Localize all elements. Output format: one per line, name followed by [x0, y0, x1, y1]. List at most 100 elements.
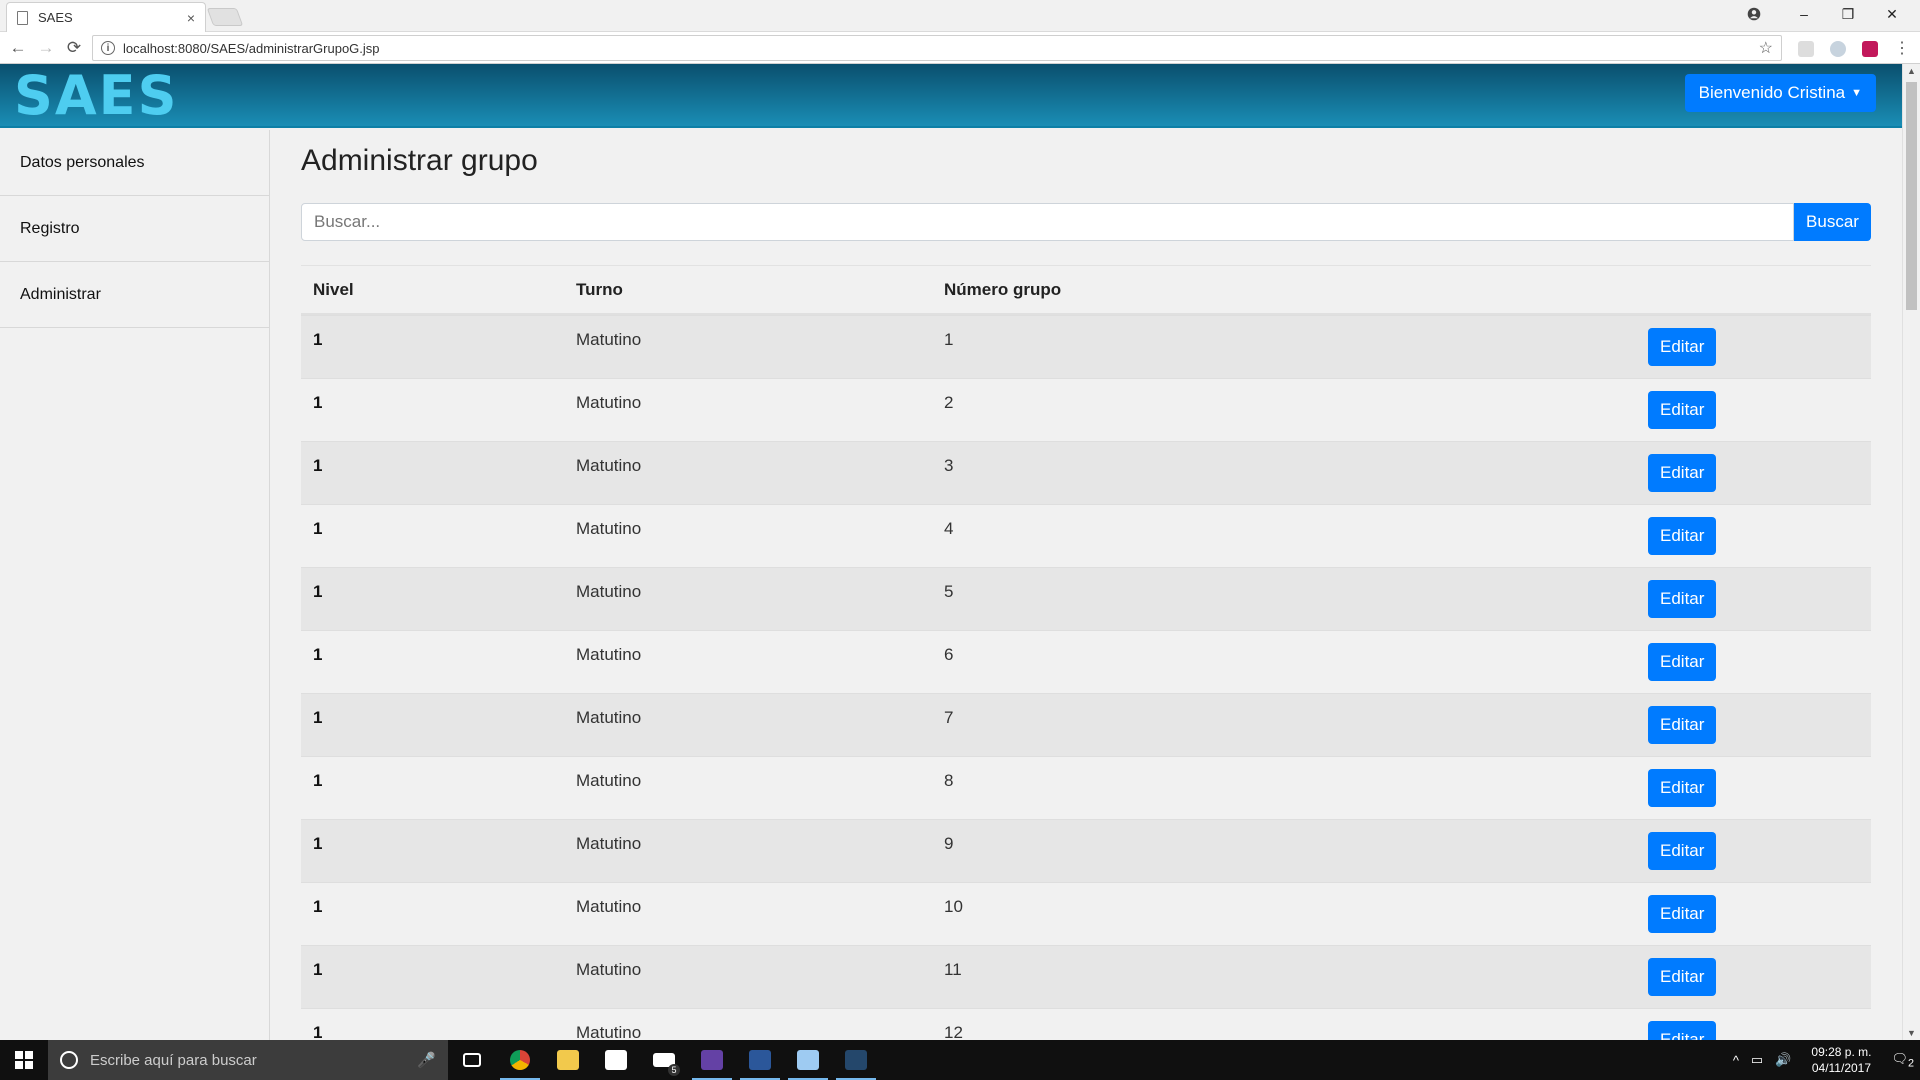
edit-button[interactable]: Editar [1648, 895, 1717, 933]
edit-button[interactable]: Editar [1648, 328, 1717, 366]
word-icon[interactable] [736, 1040, 784, 1080]
info-icon[interactable]: i [101, 41, 115, 55]
taskbar-search[interactable]: Escribe aquí para buscar 🎤 [48, 1040, 448, 1080]
sidebar: Datos personales Registro Administrar [0, 130, 270, 1040]
cell-turno: Matutino [576, 834, 642, 853]
cell-actions: Editar [1648, 706, 1871, 744]
edit-button[interactable]: Editar [1648, 580, 1717, 618]
cell-turno: Matutino [576, 1023, 642, 1040]
reload-button[interactable]: ⟳ [62, 36, 86, 60]
table-row: 1 Matutino 8 Editar [301, 756, 1871, 819]
close-window-button[interactable]: ✕ [1870, 0, 1914, 28]
cell-actions: Editar [1648, 643, 1871, 681]
tab-close-button[interactable]: × [187, 10, 195, 26]
cell-nivel: 1 [313, 330, 323, 349]
restore-button[interactable]: ❐ [1826, 0, 1870, 28]
cell-actions: Editar [1648, 580, 1871, 618]
table-row: 1 Matutino 12 Editar [301, 1008, 1871, 1040]
back-button[interactable]: ← [6, 36, 30, 60]
task-view-icon[interactable] [448, 1040, 496, 1080]
cell-numero-grupo: 3 [944, 456, 954, 475]
edit-button[interactable]: Editar [1648, 643, 1717, 681]
cell-nivel: 1 [313, 1023, 323, 1040]
edit-button[interactable]: Editar [1648, 958, 1717, 996]
cell-turno: Matutino [576, 330, 642, 349]
system-tray: ^ ▭ 🔊 09:28 p. m. 04/11/2017 🗨2 [1727, 1040, 1920, 1080]
mail-icon[interactable]: 5 [640, 1040, 688, 1080]
edit-button[interactable]: Editar [1648, 1021, 1717, 1040]
edit-button[interactable]: Editar [1648, 454, 1717, 492]
page-scrollbar[interactable]: ▲ ▼ [1902, 64, 1920, 1040]
forward-button[interactable]: → [34, 36, 58, 60]
cell-nivel: 1 [313, 393, 323, 412]
browser-menu-icon[interactable]: ⋮ [1890, 36, 1914, 60]
cell-numero-grupo: 8 [944, 771, 954, 790]
clock-time: 09:28 p. m. [1811, 1045, 1872, 1059]
cell-actions: Editar [1648, 832, 1871, 870]
cell-actions: Editar [1648, 391, 1871, 429]
twitch-icon[interactable] [688, 1040, 736, 1080]
cell-actions: Editar [1648, 769, 1871, 807]
user-menu-button[interactable]: Bienvenido Cristina ▼ [1684, 74, 1876, 112]
edit-button[interactable]: Editar [1648, 832, 1717, 870]
sidebar-item-registro[interactable]: Registro [0, 196, 269, 262]
browser-tab-bar: SAES × – ❐ ✕ [0, 0, 1920, 32]
virtualbox-icon[interactable] [784, 1040, 832, 1080]
new-tab-button[interactable] [206, 8, 244, 26]
app-logo[interactable]: SAES [14, 68, 178, 124]
user-menu-label: Bienvenido Cristina [1698, 83, 1846, 102]
browser-tab[interactable]: SAES × [6, 2, 206, 32]
edit-button[interactable]: Editar [1648, 517, 1717, 555]
table-row: 1 Matutino 11 Editar [301, 945, 1871, 1008]
cell-numero-grupo: 4 [944, 519, 954, 538]
column-header-turno: Turno [576, 279, 623, 299]
clock[interactable]: 09:28 p. m. 04/11/2017 [1811, 1044, 1871, 1076]
start-button[interactable] [0, 1040, 48, 1080]
edit-button[interactable]: Editar [1648, 769, 1717, 807]
cell-turno: Matutino [576, 708, 642, 727]
url-input[interactable] [123, 40, 1759, 56]
document-icon [17, 10, 28, 25]
cell-numero-grupo: 7 [944, 708, 954, 727]
cell-nivel: 1 [313, 645, 323, 664]
tab-title: SAES [38, 10, 73, 25]
sidebar-item-datos-personales[interactable]: Datos personales [0, 130, 269, 196]
scroll-down-icon[interactable]: ▼ [1907, 1028, 1916, 1038]
edit-button[interactable]: Editar [1648, 391, 1717, 429]
minimize-button[interactable]: – [1782, 0, 1826, 28]
bookmark-star-icon[interactable]: ☆ [1759, 38, 1773, 58]
scroll-thumb[interactable] [1906, 82, 1917, 310]
groups-table: Nivel Turno Número grupo 1 Matutino 1 Edita… [301, 265, 1871, 1040]
profile-icon[interactable] [1732, 0, 1776, 28]
mysql-workbench-icon[interactable] [832, 1040, 880, 1080]
notifications-icon[interactable]: 🗨2 [1891, 1051, 1914, 1070]
cell-turno: Matutino [576, 897, 642, 916]
cell-nivel: 1 [313, 582, 323, 601]
url-bar[interactable]: i ☆ [92, 35, 1782, 61]
scroll-up-icon[interactable]: ▲ [1907, 66, 1916, 76]
cell-turno: Matutino [576, 582, 642, 601]
extension-icon[interactable] [1862, 41, 1878, 57]
cell-nivel: 1 [313, 771, 323, 790]
sidebar-item-administrar[interactable]: Administrar [0, 262, 269, 328]
cell-turno: Matutino [576, 645, 642, 664]
chevron-up-icon[interactable]: ^ [1733, 1053, 1739, 1068]
volume-icon[interactable]: 🔊 [1775, 1052, 1791, 1068]
cell-nivel: 1 [313, 834, 323, 853]
chrome-taskbar-icon[interactable] [496, 1040, 544, 1080]
column-header-numero-grupo: Número grupo [944, 279, 1062, 299]
cell-actions: Editar [1648, 958, 1871, 996]
store-icon[interactable] [592, 1040, 640, 1080]
network-icon[interactable]: ▭ [1751, 1052, 1763, 1068]
edit-button[interactable]: Editar [1648, 706, 1717, 744]
cortana-icon [60, 1051, 78, 1069]
search-input[interactable] [301, 203, 1794, 241]
cell-actions: Editar [1648, 1021, 1871, 1040]
file-explorer-icon[interactable] [544, 1040, 592, 1080]
search-button[interactable]: Buscar [1794, 203, 1871, 241]
table-row: 1 Matutino 10 Editar [301, 882, 1871, 945]
cell-numero-grupo: 1 [944, 330, 954, 349]
extension-icon[interactable] [1798, 41, 1814, 57]
microphone-icon[interactable]: 🎤 [417, 1051, 436, 1069]
extension-icon[interactable] [1830, 41, 1846, 57]
